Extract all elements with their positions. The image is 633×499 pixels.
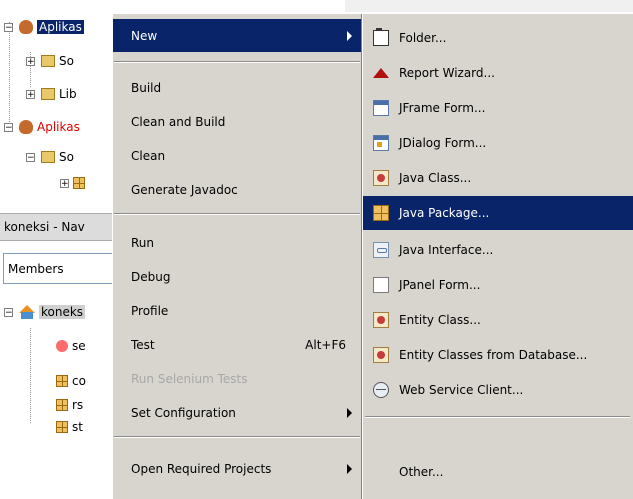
submenu-item-label: JFrame Form...: [399, 100, 486, 115]
submenu-item-label: Folder...: [399, 30, 447, 45]
package-icon: [73, 177, 85, 189]
field-icon: [56, 421, 68, 433]
submenu-item-label: JDialog Form...: [399, 135, 487, 150]
submenu-item-label: Entity Classes from Database...: [399, 347, 588, 362]
collapse-icon[interactable]: −: [4, 122, 13, 132]
submenu-item-report-wizard[interactable]: Report Wizard...: [363, 55, 633, 90]
submenu-item-label: Report Wizard...: [399, 65, 495, 80]
class-node-label: koneks: [39, 305, 86, 319]
tree-node-project-2[interactable]: − Aplikas: [4, 118, 80, 136]
entity-class-icon: [373, 311, 389, 328]
source-folder-icon: [41, 55, 55, 67]
submenu-item-jframe-form[interactable]: JFrame Form...: [363, 90, 633, 125]
submenu-item-web-service-client[interactable]: Web Service Client...: [363, 372, 633, 407]
submenu-item-label: Java Package...: [399, 206, 490, 220]
tree-line: [9, 22, 10, 122]
collapse-icon[interactable]: −: [4, 307, 13, 317]
submenu-item-other[interactable]: Other...: [363, 454, 633, 489]
folder-icon: [373, 27, 389, 46]
submenu-item-java-class[interactable]: Java Class...: [363, 160, 633, 195]
submenu-item-label: Java Class...: [399, 170, 472, 185]
tree-node-label: So: [59, 54, 74, 68]
member-node[interactable]: co: [46, 372, 86, 390]
field-icon: [56, 375, 68, 387]
method-icon: [56, 340, 68, 352]
tree-node-label: Aplikas: [37, 20, 84, 34]
navigator-title: koneksi - Nav: [4, 220, 85, 234]
java-package-icon: [373, 205, 389, 221]
jpanel-icon: [373, 276, 389, 293]
submenu-item-label: Other...: [399, 464, 444, 479]
entity-class-icon: [373, 346, 389, 363]
expand-icon[interactable]: +: [26, 89, 35, 99]
tree-node-source[interactable]: + So: [26, 52, 74, 70]
context-menu-border: [112, 14, 362, 499]
members-filter[interactable]: Members: [3, 253, 113, 284]
submenu-item-label: Web Service Client...: [399, 382, 524, 397]
member-label: st: [72, 420, 83, 434]
navigator-header: koneksi - Nav: [0, 213, 112, 241]
submenu-item-java-package[interactable]: Java Package...: [363, 196, 633, 230]
submenu-item-java-interface[interactable]: Java Interface...: [363, 232, 633, 267]
project-icon: [19, 20, 33, 34]
separator: [365, 416, 630, 418]
submenu-item-entity-classes-from-database[interactable]: Entity Classes from Database...: [363, 337, 633, 372]
tree-line: [30, 328, 31, 423]
java-interface-icon: [373, 241, 389, 258]
new-submenu: Folder... Report Wizard... JFrame Form..…: [362, 14, 633, 499]
expand-icon[interactable]: +: [26, 56, 35, 66]
jdialog-icon: [373, 134, 389, 151]
jframe-icon: [373, 99, 389, 116]
project-icon: [19, 120, 33, 134]
expand-icon[interactable]: +: [60, 178, 69, 188]
submenu-item-label: Entity Class...: [399, 312, 481, 327]
tree-node-label: Lib: [59, 87, 77, 101]
member-label: co: [72, 374, 86, 388]
source-folder-icon: [41, 151, 55, 163]
member-label: se: [72, 339, 86, 353]
field-icon: [56, 399, 68, 411]
class-icon: [19, 305, 35, 319]
tree-node-label: So: [59, 150, 74, 164]
member-label: rs: [72, 398, 84, 412]
tree-node-source-2[interactable]: − So: [26, 148, 74, 166]
navigator-class-node[interactable]: − koneks: [4, 303, 86, 321]
submenu-item-entity-class[interactable]: Entity Class...: [363, 302, 633, 337]
tree-node-label: Aplikas: [37, 120, 80, 134]
member-node[interactable]: st: [46, 418, 83, 436]
report-wizard-icon: [373, 65, 389, 81]
submenu-item-label: Java Interface...: [399, 242, 494, 257]
submenu-item-jdialog-form[interactable]: JDialog Form...: [363, 125, 633, 160]
submenu-item-folder[interactable]: Folder...: [363, 20, 633, 55]
library-folder-icon: [41, 88, 55, 100]
member-node[interactable]: se: [46, 337, 86, 355]
web-service-icon: [373, 381, 389, 398]
tree-node-project-1[interactable]: − Aplikas: [4, 18, 84, 36]
collapse-icon[interactable]: −: [26, 152, 35, 162]
member-node[interactable]: rs: [46, 396, 83, 414]
submenu-item-label: JPanel Form...: [399, 277, 481, 292]
editor-toolbar-strip: [345, 0, 633, 12]
submenu-item-jpanel-form[interactable]: JPanel Form...: [363, 267, 633, 302]
members-label: Members: [8, 262, 64, 276]
tree-node-libraries[interactable]: + Lib: [26, 85, 77, 103]
collapse-icon[interactable]: −: [4, 22, 13, 32]
java-class-icon: [373, 169, 389, 186]
tree-node-package[interactable]: +: [60, 174, 85, 192]
